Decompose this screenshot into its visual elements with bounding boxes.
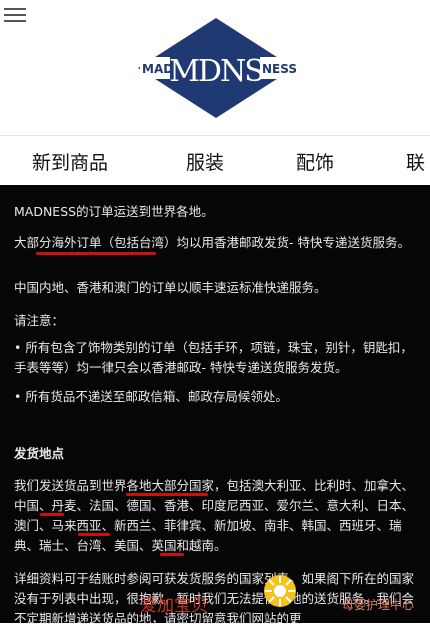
highlight-underline [40, 513, 64, 516]
logo-center-text: MDNS [169, 54, 263, 89]
intro-text: MADNESS的订单运送到世界各地。 [14, 204, 214, 219]
notice-accessories: • 所有包含了饰物类别的订单（包括手环，项链，珠宝，别针，钥匙扣，手表等等）均一… [14, 340, 413, 375]
watermark-left-text: 爱加宝贝 [140, 596, 208, 616]
notice-po-box: • 所有货品不递送至邮政信箱、邮政存局候领处。 [14, 389, 288, 404]
brand-logo[interactable]: MAD MDNS NESS [136, 16, 296, 121]
mainland-shipping-text: 中国内地、香港和澳门的订单以顺丰速运标准快递服务。 [14, 280, 327, 295]
shipping-info-panel: MADNESS的订单运送到世界各地。 大部分海外订单（包括台湾）均以用香港邮政发… [0, 185, 430, 626]
highlight-underline [36, 252, 156, 255]
overseas-shipping-text: 大部分海外订单（包括台湾）均以用香港邮政发货- 特快专递送货服务。 [14, 235, 410, 250]
site-header: MAD MDNS NESS [0, 0, 430, 135]
menu-icon[interactable] [4, 8, 26, 24]
watermark-right-text: 母婴护理中心 [342, 598, 415, 612]
highlight-underline [160, 553, 184, 556]
main-nav: 新到商品 服装 配饰 联 [0, 135, 430, 186]
destinations-title: 发货地点 [14, 446, 65, 461]
nav-item-more[interactable]: 联 [406, 148, 425, 175]
notice-title: 请注意： [14, 313, 65, 328]
highlight-underline [126, 493, 208, 496]
highlight-underline [78, 533, 110, 536]
nav-item-clothing[interactable]: 服装 [186, 148, 224, 175]
logo-right-text: NESS [262, 62, 296, 76]
watermark-logo [264, 575, 296, 607]
destinations-text: 我们发送货品到世界各地大部分国家，包括澳大利亚、比利时、加拿大、中国、丹麦、法国… [14, 478, 415, 553]
nav-item-accessories[interactable]: 配饰 [296, 148, 334, 175]
nav-item-new-arrivals[interactable]: 新到商品 [32, 148, 108, 175]
